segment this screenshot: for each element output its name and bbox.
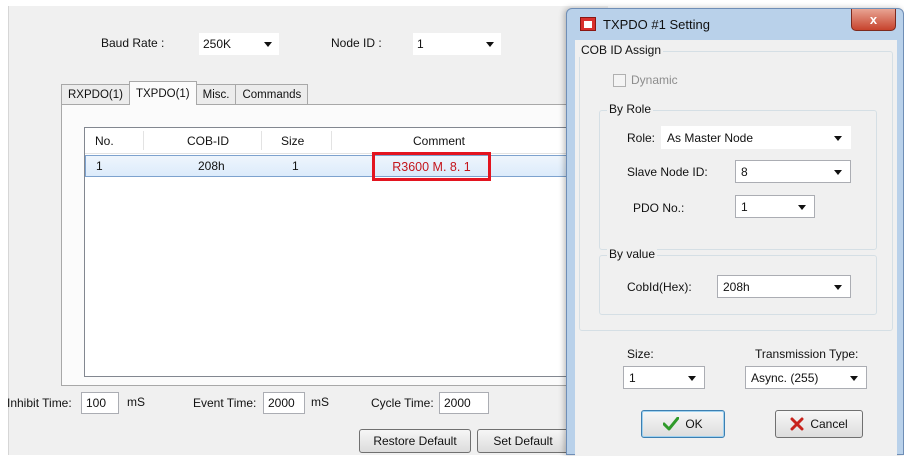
tab-misc[interactable]: Misc. — [195, 84, 237, 105]
column-header-size[interactable]: Size — [281, 134, 304, 148]
comment-highlight-box: R3600 M. 8. 1 — [372, 152, 491, 181]
cancel-label: Cancel — [810, 417, 848, 431]
chevron-down-icon — [486, 42, 494, 47]
cycle-time-label: Cycle Time: — [371, 396, 434, 410]
cell-size: 1 — [292, 159, 299, 173]
size-value: 1 — [629, 370, 636, 385]
tab-bar: RXPDO(1) TXPDO(1) Misc. Commands — [61, 81, 309, 105]
node-id-label: Node ID : — [331, 36, 382, 50]
role-label: Role: — [627, 131, 656, 145]
size-select[interactable]: 1 — [623, 366, 705, 389]
column-divider — [261, 131, 262, 150]
transmission-type-label: Transmission Type: — [755, 347, 859, 361]
tab-txpdo[interactable]: TXPDO(1) — [128, 81, 197, 105]
cobid-hex-value: 208h — [723, 279, 750, 294]
pdo-no-select[interactable]: 1 — [735, 195, 815, 218]
pdo-no-value: 1 — [741, 199, 748, 214]
ok-label: OK — [685, 417, 703, 431]
close-button[interactable]: x — [851, 9, 896, 31]
app-icon — [580, 17, 596, 31]
node-id-value: 1 — [417, 37, 424, 51]
event-time-value: 2000 — [268, 396, 295, 410]
chevron-down-icon — [834, 285, 842, 290]
column-divider — [143, 131, 144, 150]
inhibit-time-value: 100 — [86, 396, 107, 410]
event-unit-label: mS — [311, 395, 329, 409]
chevron-down-icon — [264, 42, 272, 47]
dialog-title-bar[interactable]: TXPDO #1 Setting x — [567, 9, 903, 39]
tab-rxpdo[interactable]: RXPDO(1) — [61, 84, 130, 105]
table-row[interactable]: 1 208h 1 R3600 M. 8. 1 — [85, 152, 570, 181]
dialog-body: COB ID Assign Dynamic By Role Role: As M… — [575, 40, 897, 456]
txpdo-setting-dialog: TXPDO #1 Setting x COB ID Assign Dynamic… — [566, 8, 904, 456]
role-select[interactable]: As Master Node — [661, 126, 851, 149]
by-value-label: By value — [607, 247, 658, 261]
chevron-down-icon — [688, 376, 696, 381]
baud-rate-label: Baud Rate : — [101, 36, 165, 50]
slave-node-id-value: 8 — [741, 164, 748, 179]
dynamic-label: Dynamic — [631, 73, 678, 87]
chevron-down-icon — [834, 170, 842, 175]
cell-cob-id: 208h — [198, 159, 225, 173]
dialog-title: TXPDO #1 Setting — [603, 17, 710, 32]
cycle-time-value: 2000 — [444, 396, 471, 410]
inhibit-unit-label: mS — [127, 395, 145, 409]
table-header: No. COB-ID Size Comment — [85, 128, 570, 154]
inhibit-time-input[interactable]: 100 — [81, 392, 119, 414]
close-icon: x — [869, 12, 878, 27]
by-role-label: By Role — [607, 102, 654, 116]
node-id-select[interactable]: 1 — [413, 33, 501, 55]
checkmark-icon — [663, 417, 680, 431]
chevron-down-icon — [798, 205, 806, 210]
dynamic-checkbox[interactable] — [613, 74, 626, 87]
size-label: Size: — [627, 347, 654, 361]
txpdo-tab-panel: No. COB-ID Size Comment 1 208h 1 R3600 M… — [61, 104, 581, 386]
cycle-time-input[interactable]: 2000 — [439, 392, 489, 414]
inhibit-time-label: Inhibit Time: — [7, 396, 72, 410]
chevron-down-icon — [834, 136, 842, 141]
slave-node-id-label: Slave Node ID: — [627, 165, 708, 179]
ok-button[interactable]: OK — [641, 410, 725, 438]
tab-commands[interactable]: Commands — [235, 84, 309, 105]
slave-node-id-select[interactable]: 8 — [735, 160, 851, 183]
column-header-no[interactable]: No. — [95, 134, 114, 148]
cobid-hex-label: CobId(Hex): — [627, 280, 692, 294]
cob-id-assign-label: COB ID Assign — [579, 43, 664, 57]
cell-comment: R3600 M. 8. 1 — [392, 159, 471, 174]
x-icon — [790, 417, 804, 431]
column-header-comment[interactable]: Comment — [413, 134, 465, 148]
role-value: As Master Node — [667, 130, 754, 145]
event-time-input[interactable]: 2000 — [263, 392, 305, 414]
event-time-label: Event Time: — [193, 396, 257, 410]
set-default-button[interactable]: Set Default — [477, 429, 569, 453]
pdo-table[interactable]: No. COB-ID Size Comment 1 208h 1 R3600 M… — [84, 127, 571, 377]
column-divider — [331, 131, 332, 150]
cancel-button[interactable]: Cancel — [775, 410, 863, 438]
baud-rate-value: 250K — [203, 37, 232, 51]
cell-no: 1 — [96, 159, 103, 173]
cobid-hex-select[interactable]: 208h — [717, 275, 851, 298]
main-window: Baud Rate : 250K Node ID : 1 RXPDO(1) TX… — [7, 6, 608, 455]
transmission-type-value: Async. (255) — [751, 370, 819, 385]
column-header-cob-id[interactable]: COB-ID — [187, 134, 229, 148]
restore-default-button[interactable]: Restore Default — [359, 429, 471, 453]
transmission-type-select[interactable]: Async. (255) — [745, 366, 867, 389]
pdo-no-label: PDO No.: — [633, 201, 685, 215]
chevron-down-icon — [850, 376, 858, 381]
baud-rate-select[interactable]: 250K — [199, 33, 279, 55]
